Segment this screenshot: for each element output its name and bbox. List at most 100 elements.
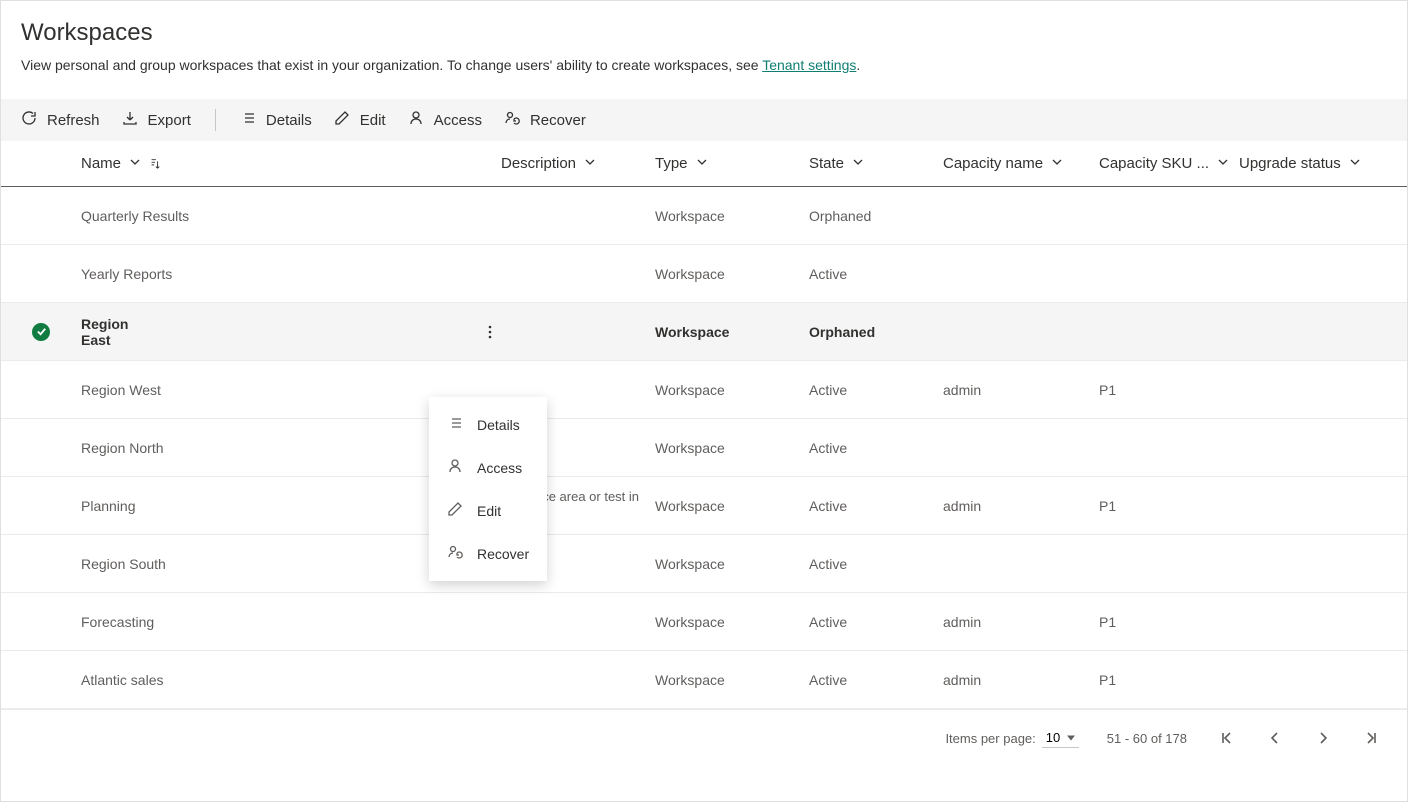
cell-type: Workspace xyxy=(655,440,809,456)
page-title: Workspaces xyxy=(21,19,1387,47)
items-per-page-select[interactable]: 10 xyxy=(1042,728,1079,748)
cell-name: Yearly Reports xyxy=(81,266,172,282)
cell-name: Planning xyxy=(81,498,136,514)
column-header-capacity-name[interactable]: Capacity name xyxy=(943,155,1099,172)
column-header-name[interactable]: Name xyxy=(81,155,501,172)
edit-button[interactable]: Edit xyxy=(334,110,386,130)
prev-page-button[interactable] xyxy=(1263,726,1287,750)
cell-type: Workspace xyxy=(655,266,809,282)
items-per-page-label: Items per page: xyxy=(945,731,1035,746)
recover-button[interactable]: Recover xyxy=(504,110,586,130)
row-context-menu: Details Access Edit Recover xyxy=(429,397,547,581)
recover-label: Recover xyxy=(530,112,586,129)
cell-type: Workspace xyxy=(655,382,809,398)
menu-item-access[interactable]: Access xyxy=(429,446,547,489)
cell-capacity-sku: P1 xyxy=(1099,614,1239,630)
pagination-range: 51 - 60 of 178 xyxy=(1107,731,1187,746)
table-row[interactable]: Region EastWorkspaceOrphaned xyxy=(1,303,1407,361)
access-label: Access xyxy=(434,112,482,129)
column-capacity-sku-label: Capacity SKU ... xyxy=(1099,155,1209,172)
chevron-down-icon xyxy=(852,155,864,172)
more-options-button[interactable] xyxy=(478,320,501,344)
column-header-description[interactable]: Description xyxy=(501,155,655,172)
cell-name: Region West xyxy=(81,382,161,398)
details-button[interactable]: Details xyxy=(240,110,312,130)
cell-capacity-sku: P1 xyxy=(1099,672,1239,688)
column-description-label: Description xyxy=(501,155,576,172)
table-row[interactable]: Atlantic salesWorkspaceActiveadminP1 xyxy=(1,651,1407,709)
column-header-state[interactable]: State xyxy=(809,155,943,172)
cell-type: Workspace xyxy=(655,324,809,340)
next-page-button[interactable] xyxy=(1311,726,1335,750)
chevron-down-icon xyxy=(1051,155,1063,172)
menu-item-recover[interactable]: Recover xyxy=(429,532,547,575)
menu-recover-label: Recover xyxy=(477,546,529,562)
toolbar: Refresh Export Details Edit Access Recov… xyxy=(1,99,1407,141)
cell-capacity-name: admin xyxy=(943,498,1099,514)
table-row[interactable]: PlanningorkSpace area or test in BBTWork… xyxy=(1,477,1407,535)
table-row[interactable]: Region West WorkspaceActiveadminP1 xyxy=(1,361,1407,419)
cell-name: Region East xyxy=(81,316,158,348)
cell-state: Active xyxy=(809,556,943,572)
sort-icon xyxy=(149,158,161,170)
refresh-icon xyxy=(21,110,37,130)
cell-capacity-name: admin xyxy=(943,672,1099,688)
cell-capacity-name: admin xyxy=(943,382,1099,398)
person-icon xyxy=(447,458,463,477)
tenant-settings-link[interactable]: Tenant settings xyxy=(762,57,856,73)
cell-capacity-sku: P1 xyxy=(1099,382,1239,398)
menu-details-label: Details xyxy=(477,417,520,433)
person-icon xyxy=(408,110,424,130)
table-row[interactable]: Region SouthWorkspaceActive xyxy=(1,535,1407,593)
menu-access-label: Access xyxy=(477,460,522,476)
refresh-label: Refresh xyxy=(47,112,100,129)
cell-capacity-name: admin xyxy=(943,614,1099,630)
pencil-icon xyxy=(447,501,463,520)
column-upgrade-status-label: Upgrade status xyxy=(1239,155,1341,172)
edit-label: Edit xyxy=(360,112,386,129)
download-icon xyxy=(122,110,138,130)
menu-item-details[interactable]: Details xyxy=(429,403,547,446)
last-page-button[interactable] xyxy=(1359,726,1383,750)
table-row[interactable]: ForecastingWorkspaceActiveadminP1 xyxy=(1,593,1407,651)
cell-state: Active xyxy=(809,440,943,456)
list-icon xyxy=(447,415,463,434)
export-button[interactable]: Export xyxy=(122,110,191,130)
cell-name: Quarterly Results xyxy=(81,208,189,224)
refresh-button[interactable]: Refresh xyxy=(21,110,100,130)
table-row[interactable]: Quarterly Results WorkspaceOrphaned xyxy=(1,187,1407,245)
table-row[interactable]: Yearly Reports WorkspaceActive xyxy=(1,245,1407,303)
cell-state: Active xyxy=(809,614,943,630)
recover-icon xyxy=(504,110,520,130)
cell-state: Orphaned xyxy=(809,208,943,224)
pagination: Items per page: 10 51 - 60 of 178 xyxy=(1,709,1407,766)
menu-edit-label: Edit xyxy=(477,503,501,519)
cell-state: Active xyxy=(809,498,943,514)
column-capacity-name-label: Capacity name xyxy=(943,155,1043,172)
column-header-capacity-sku[interactable]: Capacity SKU ... xyxy=(1099,155,1239,172)
recover-icon xyxy=(447,544,463,563)
chevron-down-icon xyxy=(584,155,596,172)
export-label: Export xyxy=(148,112,191,129)
cell-name: Atlantic sales xyxy=(81,672,163,688)
cell-state: Active xyxy=(809,382,943,398)
checkmark-icon xyxy=(32,323,50,341)
cell-type: Workspace xyxy=(655,498,809,514)
column-header-upgrade-status[interactable]: Upgrade status xyxy=(1239,155,1389,172)
table-row[interactable]: Region NorthWorkspaceActive xyxy=(1,419,1407,477)
column-header-type[interactable]: Type xyxy=(655,155,809,172)
column-type-label: Type xyxy=(655,155,688,172)
chevron-down-icon xyxy=(1217,155,1229,172)
menu-item-edit[interactable]: Edit xyxy=(429,489,547,532)
cell-type: Workspace xyxy=(655,672,809,688)
chevron-down-icon xyxy=(696,155,708,172)
subtitle-post: . xyxy=(856,57,860,73)
cell-name: Region South xyxy=(81,556,166,572)
table-header: Name Description Type State Capacity nam… xyxy=(1,141,1407,187)
page-subtitle: View personal and group workspaces that … xyxy=(21,57,1387,73)
first-page-button[interactable] xyxy=(1215,726,1239,750)
chevron-down-icon xyxy=(1349,155,1361,172)
access-button[interactable]: Access xyxy=(408,110,482,130)
cell-type: Workspace xyxy=(655,208,809,224)
cell-state: Active xyxy=(809,266,943,282)
